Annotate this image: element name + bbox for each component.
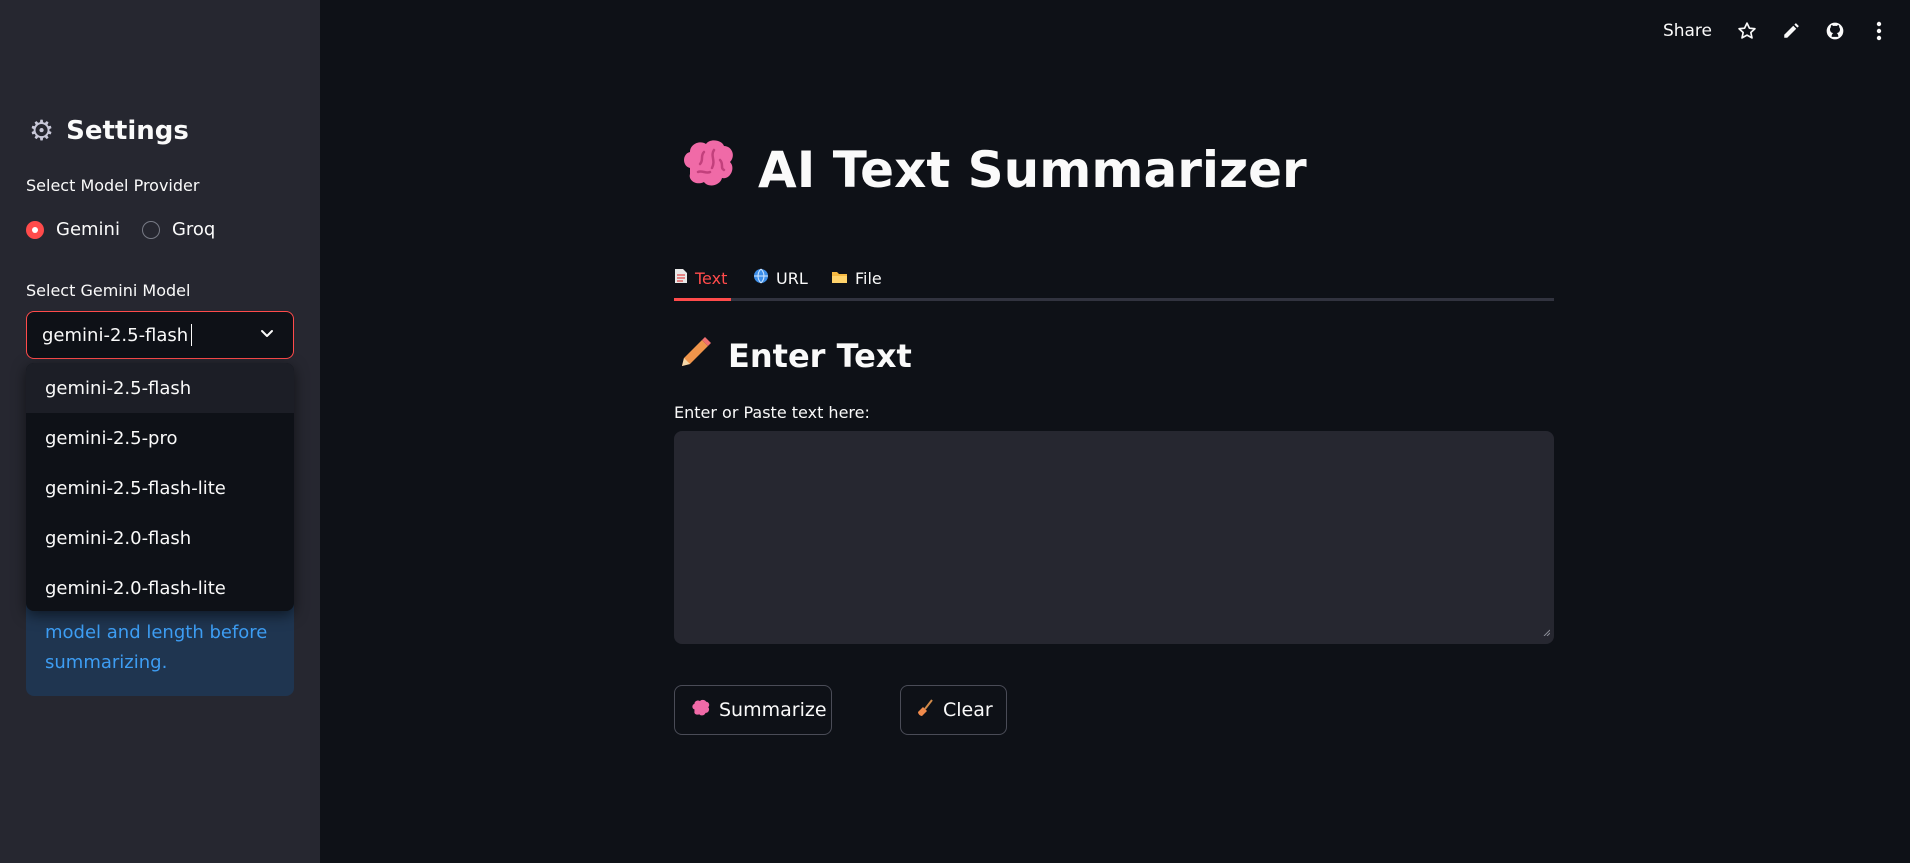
provider-label: Select Model Provider [26,176,200,195]
section-title-text: Enter Text [728,337,912,375]
provider-radio-group: Gemini Groq [26,219,237,240]
tab-file[interactable]: File [831,258,882,298]
textarea-label: Enter or Paste text here: [674,403,870,422]
model-select-value: gemini-2.5-flash [42,324,189,346]
info-alert-text: model and length before summarizing. [45,622,268,673]
summarize-button-label: Summarize [719,699,827,721]
radio-groq-dot[interactable] [141,220,160,239]
resize-handle-icon[interactable] [1542,621,1551,640]
pencil-icon[interactable] [1780,20,1802,42]
text-cursor [191,324,193,346]
model-option[interactable]: gemini-2.0-flash [26,513,294,563]
tab-url-label: URL [776,268,808,288]
tab-bar: Text URL File [674,258,1554,301]
tab-text-label: Text [695,268,728,288]
radio-groq-label: Groq [171,219,216,240]
model-option[interactable]: gemini-2.5-flash [26,363,294,413]
header-toolbar: Share [1663,20,1890,42]
radio-groq[interactable]: Groq [141,219,216,240]
more-vert-icon[interactable] [1868,20,1890,42]
github-icon[interactable] [1824,20,1846,42]
model-option[interactable]: gemini-2.5-flash-lite [26,463,294,513]
active-tab-indicator [674,298,731,301]
page-title: AI Text Summarizer [680,138,1307,202]
model-option[interactable]: gemini-2.5-pro [26,413,294,463]
tab-text[interactable]: Text [674,258,727,298]
folder-icon [831,269,848,288]
radio-gemini-label: Gemini [56,219,120,240]
summarize-button[interactable]: Summarize [674,685,832,735]
chevron-down-icon[interactable] [259,325,275,346]
broom-icon [917,698,935,722]
app-root: ⚙ Settings Select Model Provider Gemini … [0,0,1910,863]
section-title: Enter Text [678,334,912,378]
brain-icon [691,699,711,722]
model-select[interactable]: gemini-2.5-flash [26,311,294,359]
gear-icon: ⚙ [29,114,55,147]
clear-button[interactable]: Clear [900,685,1007,735]
tab-file-label: File [855,268,882,288]
clear-button-label: Clear [943,699,993,721]
document-icon [674,268,688,288]
page-title-text: AI Text Summarizer [758,141,1307,199]
globe-icon [753,268,769,288]
sidebar-title-text: Settings [66,115,189,146]
radio-gemini-dot[interactable] [26,220,44,239]
model-option[interactable]: gemini-2.0-flash-lite [26,563,294,611]
tab-url[interactable]: URL [753,258,808,298]
text-input-area[interactable] [674,431,1554,644]
sidebar: ⚙ Settings Select Model Provider Gemini … [0,0,320,863]
pencil-icon [678,334,714,378]
brain-icon [680,138,738,202]
share-button[interactable]: Share [1663,21,1712,41]
star-icon[interactable] [1736,20,1758,42]
sidebar-title: ⚙ Settings [29,114,189,147]
radio-gemini[interactable]: Gemini [26,219,120,240]
model-dropdown-menu: gemini-2.5-flash gemini-2.5-pro gemini-2… [26,363,294,611]
model-select-label: Select Gemini Model [26,281,191,300]
